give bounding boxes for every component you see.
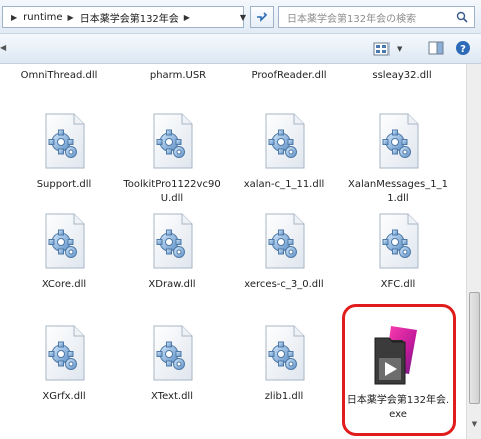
file-name-ssleay32[interactable]: ssleay32.dll — [347, 70, 457, 81]
dll-gear-icon[interactable] — [260, 324, 308, 382]
file-name-label: ToolkitPro1122vc90U.dll — [123, 179, 221, 204]
dll-gear-icon[interactable] — [148, 324, 196, 382]
dll-gear-icon[interactable] — [148, 112, 196, 170]
dll-gear-icon[interactable] — [374, 212, 422, 270]
breadcrumb-current-folder[interactable]: 日本薬学会第132年会 — [80, 10, 179, 25]
help-icon[interactable]: ? — [455, 40, 471, 56]
file-name-label: XFC.dll — [380, 279, 416, 290]
dll-gear-icon[interactable] — [260, 112, 308, 170]
address-dropdown-icon[interactable]: ▼ — [236, 6, 250, 28]
toolbar-divider — [389, 42, 390, 56]
file-list-view[interactable]: OmniThread.dll pharm.USR ProofReader.dll… — [0, 64, 466, 439]
dll-gear-icon[interactable] — [40, 112, 88, 170]
views-icon[interactable] — [373, 42, 389, 56]
scrollbar-thumb[interactable] — [469, 292, 480, 404]
file-name-label: xerces-c_3_0.dll — [244, 279, 324, 290]
file-item[interactable]: xalan-c_1_11.dll — [231, 112, 337, 192]
chevron-right-icon[interactable]: ▶ — [11, 13, 17, 22]
address-bar-row: ▶ runtime ▶ 日本薬学会第132年会 ▶ ▼ 日本薬学会第132年会の… — [0, 0, 481, 34]
file-name-pharm-usr[interactable]: pharm.USR — [123, 70, 233, 81]
dll-gear-icon[interactable] — [40, 212, 88, 270]
dropdown-icon[interactable]: ▼ — [397, 45, 402, 53]
command-bar: ◀ ▼ ? — [0, 34, 481, 64]
breadcrumb[interactable]: ▶ runtime ▶ 日本薬学会第132年会 ▶ — [2, 6, 244, 28]
file-item[interactable]: XCore.dll — [11, 212, 117, 292]
dll-gear-icon[interactable] — [40, 324, 88, 382]
file-name-label: XDraw.dll — [148, 279, 196, 290]
svg-text:?: ? — [460, 44, 466, 55]
file-name-label: Support.dll — [36, 179, 92, 190]
file-name-label: XGrfx.dll — [42, 391, 86, 402]
refresh-icon[interactable] — [250, 6, 274, 28]
file-name-label: XCore.dll — [41, 279, 87, 290]
file-item[interactable]: XGrfx.dll — [11, 324, 117, 404]
file-name-label: XalanMessages_1_11.dll — [348, 179, 448, 204]
file-item[interactable]: XText.dll — [119, 324, 225, 404]
file-name-label: zlib1.dll — [264, 391, 304, 402]
dll-gear-icon[interactable] — [260, 212, 308, 270]
chevron-right-icon[interactable]: ▶ — [68, 13, 74, 22]
breadcrumb-runtime[interactable]: runtime — [23, 12, 62, 23]
file-item[interactable]: XDraw.dll — [119, 212, 225, 292]
file-name-label: xalan-c_1_11.dll — [243, 179, 325, 190]
search-input[interactable]: 日本薬学会第132年会の検索 — [278, 6, 475, 28]
preview-pane-icon[interactable] — [428, 41, 444, 55]
dll-gear-icon[interactable] — [374, 112, 422, 170]
file-item[interactable]: xerces-c_3_0.dll — [231, 212, 337, 292]
file-item[interactable]: ToolkitPro1122vc90U.dll — [119, 112, 225, 206]
chevron-right-icon[interactable]: ▶ — [184, 13, 190, 22]
vertical-scrollbar[interactable]: ▼ — [466, 64, 481, 439]
file-name-omnithread[interactable]: OmniThread.dll — [4, 70, 114, 81]
selection-highlight — [342, 304, 456, 436]
dll-gear-icon[interactable] — [148, 212, 196, 270]
file-item[interactable]: XFC.dll — [345, 212, 451, 292]
file-name-proofreader[interactable]: ProofReader.dll — [234, 70, 344, 81]
file-item[interactable]: Support.dll — [11, 112, 117, 192]
overflow-chevron-icon[interactable]: ◀ — [0, 43, 6, 52]
scroll-down-icon[interactable]: ▼ — [469, 420, 480, 434]
views-button[interactable]: ▼ — [373, 40, 407, 58]
file-name-label: XText.dll — [151, 391, 193, 402]
file-item[interactable]: zlib1.dll — [231, 324, 337, 404]
search-placeholder: 日本薬学会第132年会の検索 — [287, 13, 417, 25]
search-icon[interactable] — [456, 11, 468, 23]
file-item[interactable]: XalanMessages_1_11.dll — [345, 112, 451, 206]
